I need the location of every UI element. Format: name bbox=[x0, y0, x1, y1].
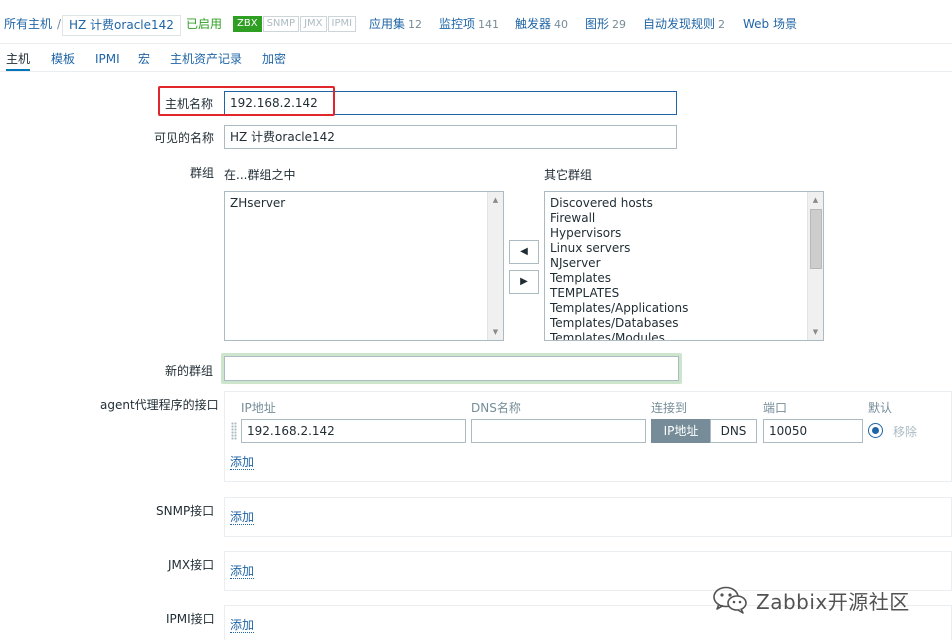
ipmi-availability-badge: IPMI bbox=[327, 16, 357, 32]
col-default-header: 默认 bbox=[868, 401, 893, 415]
col-port-header: 端口 bbox=[763, 401, 788, 415]
tab-encryption[interactable]: 加密 bbox=[262, 48, 286, 71]
host-header-bar: 所有主机 / HZ 计费oracle142 已启用 ZBX SNMP JMX I… bbox=[0, 3, 952, 44]
nav-graphs-label[interactable]: 图形 bbox=[585, 17, 609, 31]
jmx-interface-label: JMX接口 bbox=[168, 558, 215, 572]
jmx-availability-badge: JMX bbox=[300, 16, 327, 32]
nav-graphs[interactable]: 图形 29 bbox=[585, 13, 626, 35]
ipmi-interface-label: IPMI接口 bbox=[166, 612, 215, 626]
nav-triggers[interactable]: 触发器 40 bbox=[515, 13, 568, 35]
list-item[interactable]: Templates/Databases bbox=[545, 316, 823, 331]
snmp-interface-label: SNMP接口 bbox=[156, 504, 215, 518]
other-groups-heading: 其它群组 bbox=[544, 168, 593, 182]
nav-items-label[interactable]: 监控项 bbox=[439, 17, 475, 31]
list-item[interactable]: Discovered hosts bbox=[545, 196, 823, 211]
nav-discovery-label[interactable]: 自动发现规则 bbox=[643, 17, 715, 31]
scroll-thumb[interactable] bbox=[810, 209, 822, 269]
breadcrumb-current-host[interactable]: HZ 计费oracle142 bbox=[62, 15, 181, 36]
scroll-down-icon[interactable]: ▼ bbox=[488, 325, 503, 339]
move-right-button[interactable]: ▶ bbox=[509, 270, 539, 294]
drag-handle-icon[interactable] bbox=[231, 422, 237, 440]
default-interface-radio[interactable] bbox=[868, 423, 883, 438]
host-status-enabled[interactable]: 已启用 bbox=[186, 13, 222, 35]
zbx-availability-badge: ZBX bbox=[233, 16, 262, 32]
form-tabs: 主机 模板 IPMI 宏 主机资产记录 加密 bbox=[0, 48, 952, 72]
list-item[interactable]: ZHserver bbox=[225, 196, 503, 211]
other-groups-listbox[interactable]: Discovered hosts Firewall Hypervisors Li… bbox=[544, 191, 824, 341]
move-left-button[interactable]: ◀ bbox=[509, 240, 539, 264]
tab-macros[interactable]: 宏 bbox=[138, 48, 150, 71]
nav-applications-count: 12 bbox=[408, 18, 423, 31]
snmp-add-link[interactable]: 添加 bbox=[230, 510, 255, 525]
visible-name-label: 可见的名称 bbox=[154, 131, 215, 145]
new-group-input[interactable] bbox=[224, 356, 679, 381]
new-group-field bbox=[221, 353, 682, 384]
agent-ip-input[interactable]: 192.168.2.142 bbox=[241, 419, 466, 443]
nav-applications[interactable]: 应用集 12 bbox=[369, 13, 422, 35]
agent-dns-input[interactable] bbox=[471, 419, 646, 443]
nav-graphs-count: 29 bbox=[612, 18, 627, 31]
breadcrumb-separator: / bbox=[57, 17, 62, 31]
scroll-up-icon[interactable]: ▲ bbox=[808, 193, 823, 207]
nav-web-scenarios[interactable]: Web 场景 bbox=[743, 13, 797, 35]
watermark-text: Zabbix开源社区 bbox=[756, 589, 910, 614]
groups-label: 群组 bbox=[190, 166, 215, 180]
list-item[interactable]: Templates/Applications bbox=[545, 301, 823, 316]
agent-add-link[interactable]: 添加 bbox=[230, 455, 255, 470]
snmp-interface-panel bbox=[224, 497, 952, 537]
nav-items-count: 141 bbox=[478, 18, 500, 31]
connect-ip-button[interactable]: IP地址 bbox=[651, 419, 711, 443]
list-item[interactable]: Templates/Modules bbox=[545, 331, 823, 340]
in-groups-heading: 在...群组之中 bbox=[224, 168, 296, 182]
list-item[interactable]: Templates bbox=[545, 271, 823, 286]
list-item[interactable]: Hypervisors bbox=[545, 226, 823, 241]
list-item[interactable]: Firewall bbox=[545, 211, 823, 226]
other-groups-scrollbar[interactable]: ▲ ▼ bbox=[807, 192, 823, 340]
tab-inventory[interactable]: 主机资产记录 bbox=[170, 48, 242, 71]
tab-host[interactable]: 主机 bbox=[6, 48, 31, 71]
connect-dns-button[interactable]: DNS bbox=[710, 419, 757, 443]
tab-ipmi[interactable]: IPMI bbox=[95, 48, 120, 71]
breadcrumb-all-hosts[interactable]: 所有主机 bbox=[4, 13, 52, 35]
availability-badges: ZBX SNMP JMX IPMI bbox=[233, 13, 357, 35]
remove-interface-link[interactable]: 移除 bbox=[893, 423, 917, 440]
list-item[interactable]: TEMPLATES bbox=[545, 286, 823, 301]
agent-interface-label: agent代理程序的接口 bbox=[100, 398, 219, 412]
watermark: Zabbix开源社区 bbox=[712, 584, 910, 616]
nav-items[interactable]: 监控项 141 bbox=[439, 13, 499, 35]
jmx-add-link[interactable]: 添加 bbox=[230, 564, 255, 579]
agent-port-input[interactable]: 10050 bbox=[763, 419, 863, 443]
visible-name-input[interactable]: HZ 计费oracle142 bbox=[224, 125, 677, 149]
scroll-down-icon[interactable]: ▼ bbox=[808, 325, 823, 339]
in-groups-scrollbar[interactable]: ▲ ▼ bbox=[487, 192, 503, 340]
new-group-label: 新的群组 bbox=[165, 364, 214, 378]
nav-discovery-count: 2 bbox=[718, 18, 726, 31]
highlight-box bbox=[158, 86, 335, 116]
in-groups-listbox[interactable]: ZHserver ▲ ▼ bbox=[224, 191, 504, 341]
snmp-availability-badge: SNMP bbox=[262, 16, 300, 32]
nav-discovery-rules[interactable]: 自动发现规则 2 bbox=[643, 13, 725, 35]
list-item[interactable]: Linux servers bbox=[545, 241, 823, 256]
col-connect-header: 连接到 bbox=[651, 401, 688, 415]
list-item[interactable]: NJserver bbox=[545, 256, 823, 271]
wechat-logo-icon bbox=[713, 586, 747, 614]
nav-triggers-count: 40 bbox=[554, 18, 569, 31]
nav-triggers-label[interactable]: 触发器 bbox=[515, 17, 551, 31]
col-ip-header: IP地址 bbox=[241, 401, 276, 415]
scroll-up-icon[interactable]: ▲ bbox=[488, 193, 503, 207]
ipmi-add-link[interactable]: 添加 bbox=[230, 618, 255, 633]
col-dns-header: DNS名称 bbox=[471, 401, 521, 415]
tab-templates[interactable]: 模板 bbox=[51, 48, 75, 71]
nav-applications-label[interactable]: 应用集 bbox=[369, 17, 405, 31]
